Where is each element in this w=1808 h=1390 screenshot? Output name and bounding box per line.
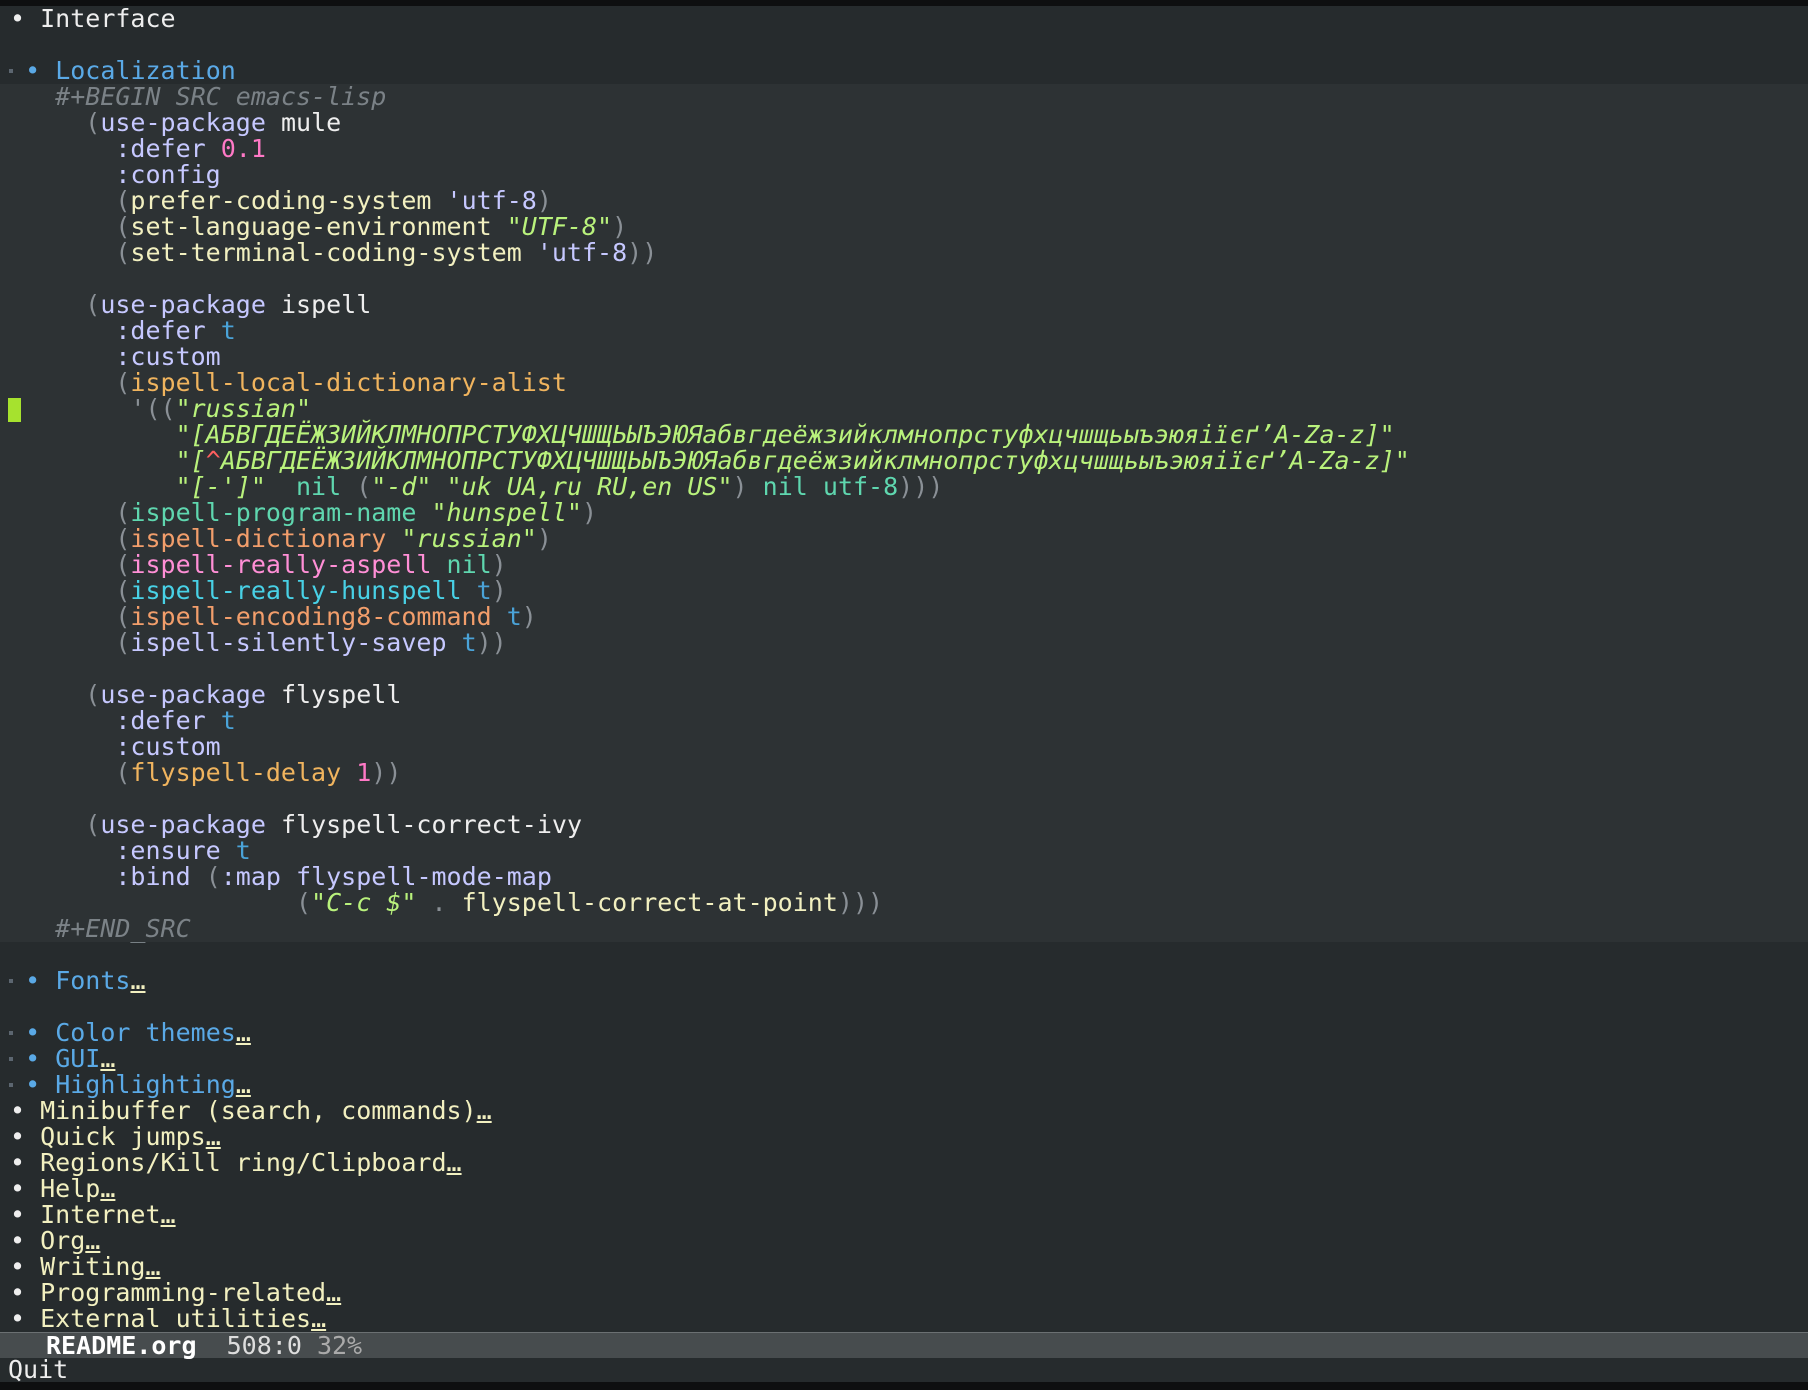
code-line: (use-package flyspell-correct-ivy — [0, 812, 1808, 838]
heading-external-utilities[interactable]: • External utilities… — [0, 1306, 1808, 1332]
heading-writing[interactable]: • Writing… — [0, 1254, 1808, 1280]
fold-ellipsis[interactable]: … — [311, 1304, 326, 1333]
code-line: :ensure t — [0, 838, 1808, 864]
fold-ellipsis[interactable]: … — [161, 1200, 176, 1229]
code-line: "[АБВГДЕЁЖЗИЙКЛМНОПРСТУФХЦЧШЩЬЫЪЭЮЯабвгд… — [0, 422, 1808, 448]
org-buffer[interactable]: • Interface • Localization #+BEGIN_SRC e… — [0, 6, 1808, 1332]
code-line: :bind (:map flyspell-mode-map — [0, 864, 1808, 890]
scroll-percent: 32% — [316, 1331, 363, 1360]
cursor-icon — [8, 398, 21, 422]
heading-interface[interactable]: • Interface — [0, 6, 1808, 32]
code-line: (prefer-coding-system 'utf-8) — [0, 188, 1808, 214]
code-line: (ispell-encoding8-command t) — [0, 604, 1808, 630]
bullet: • — [10, 4, 26, 33]
fold-ellipsis[interactable]: … — [447, 1148, 462, 1177]
bullet: • — [25, 56, 41, 85]
code-line: :defer t — [0, 708, 1808, 734]
heading-regions[interactable]: • Regions/Kill ring/Clipboard… — [0, 1150, 1808, 1176]
code-line: ("C-c $" . flyspell-correct-at-point))) — [0, 890, 1808, 916]
code-line: (use-package ispell — [0, 292, 1808, 318]
fold-ellipsis[interactable]: … — [477, 1096, 492, 1125]
fold-ellipsis[interactable]: … — [236, 1070, 251, 1099]
heading-highlighting[interactable]: • Highlighting… — [0, 1072, 1808, 1098]
heading-color-themes[interactable]: • Color themes… — [0, 1020, 1808, 1046]
cursor-position: 508:0 — [226, 1331, 302, 1360]
echo-area[interactable]: Quit — [0, 1357, 1808, 1382]
heading-quick-jumps[interactable]: • Quick jumps… — [0, 1124, 1808, 1150]
heading-org[interactable]: • Org… — [0, 1228, 1808, 1254]
blank-line — [0, 786, 1808, 812]
heading-label: Interface — [40, 4, 176, 33]
heading-help[interactable]: • Help… — [0, 1176, 1808, 1202]
code-line: :custom — [0, 344, 1808, 370]
fold-indicator-icon — [9, 1083, 13, 1087]
code-line-cursor[interactable]: '(("russian" — [0, 396, 1808, 422]
fold-ellipsis[interactable]: … — [206, 1122, 221, 1151]
heading-gui[interactable]: • GUI… — [0, 1046, 1808, 1072]
src-end-line: #+END_SRC — [0, 916, 1808, 942]
fold-indicator-icon — [9, 69, 13, 73]
heading-label: Localization — [55, 56, 236, 85]
blank-line — [0, 656, 1808, 682]
code-line: "[^АБВГДЕЁЖЗИЙКЛМНОПРСТУФХЦЧШЩЬЫЪЭЮЯабвг… — [0, 448, 1808, 474]
emacs-frame: • Interface • Localization #+BEGIN_SRC e… — [0, 0, 1808, 1390]
code-line: (use-package mule — [0, 110, 1808, 136]
code-line: :defer t — [0, 318, 1808, 344]
code-line: (ispell-local-dictionary-alist — [0, 370, 1808, 396]
code-line: "[-']" nil ("-d" "uk_UA,ru_RU,en_US") ni… — [0, 474, 1808, 500]
heading-localization[interactable]: • Localization — [0, 58, 1808, 84]
code-line: :config — [0, 162, 1808, 188]
fold-ellipsis[interactable]: … — [236, 1018, 251, 1047]
fold-ellipsis[interactable]: … — [145, 1252, 160, 1281]
blank-line — [0, 266, 1808, 292]
fold-ellipsis[interactable]: … — [130, 966, 145, 995]
fold-indicator-icon — [9, 1057, 13, 1061]
heading-internet[interactable]: • Internet… — [0, 1202, 1808, 1228]
code-line: (use-package flyspell — [0, 682, 1808, 708]
fold-ellipsis[interactable]: … — [100, 1044, 115, 1073]
code-line: (ispell-really-aspell nil) — [0, 552, 1808, 578]
window-bottom-border — [0, 1382, 1808, 1390]
code-line: (ispell-dictionary "russian") — [0, 526, 1808, 552]
code-line: :custom — [0, 734, 1808, 760]
fold-ellipsis[interactable]: … — [85, 1226, 100, 1255]
code-line: (set-terminal-coding-system 'utf-8)) — [0, 240, 1808, 266]
fold-indicator-icon — [9, 1031, 13, 1035]
heading-programming[interactable]: • Programming-related… — [0, 1280, 1808, 1306]
code-line: (flyspell-delay 1)) — [0, 760, 1808, 786]
code-line: (ispell-really-hunspell t) — [0, 578, 1808, 604]
code-line: (ispell-program-name "hunspell") — [0, 500, 1808, 526]
fold-ellipsis[interactable]: … — [326, 1278, 341, 1307]
heading-fonts[interactable]: • Fonts… — [0, 968, 1808, 994]
fold-indicator-icon — [9, 979, 13, 983]
code-line: (set-language-environment "UTF-8") — [0, 214, 1808, 240]
src-begin-line: #+BEGIN_SRC emacs-lisp — [0, 84, 1808, 110]
code-line: :defer 0.1 — [0, 136, 1808, 162]
fold-ellipsis[interactable]: … — [100, 1174, 115, 1203]
code-line: (ispell-silently-savep t)) — [0, 630, 1808, 656]
buffer-name[interactable]: README.org — [46, 1331, 197, 1360]
heading-minibuffer[interactable]: • Minibuffer (search, commands)… — [0, 1098, 1808, 1124]
mode-line[interactable]: README.org 508:0 32% — [0, 1331, 1808, 1360]
